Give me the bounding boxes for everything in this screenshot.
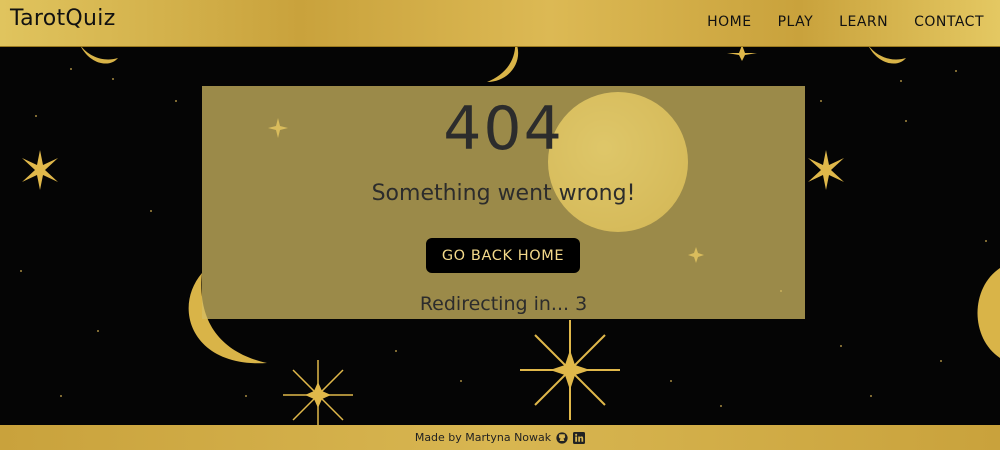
footer-credit: Made by Martyna Nowak	[414, 431, 552, 444]
go-back-home-button[interactable]: GO BACK HOME	[426, 238, 580, 273]
linkedin-icon[interactable]	[573, 431, 586, 444]
error-message: Something went wrong!	[371, 181, 636, 206]
star-dot	[60, 395, 62, 397]
star-burst-right	[808, 150, 844, 190]
github-icon[interactable]	[556, 431, 568, 444]
star-burst-bottom-left	[283, 360, 353, 430]
star-dot	[35, 115, 37, 117]
star-dot	[245, 395, 247, 397]
star-dot	[720, 405, 722, 407]
star-dot	[150, 210, 152, 212]
star-dot	[905, 120, 907, 122]
nav-play-link[interactable]: PLAY	[778, 14, 814, 30]
main-nav: HOME PLAY LEARN CONTACT	[707, 14, 984, 30]
error-panel: 404 Something went wrong! GO BACK HOME R…	[202, 86, 805, 319]
star-dot	[20, 270, 22, 272]
top-navbar: TarotQuiz HOME PLAY LEARN CONTACT	[0, 0, 1000, 47]
star-dot	[840, 345, 842, 347]
star-dot	[112, 78, 114, 80]
error-code: 404	[443, 94, 564, 164]
star-small-top	[727, 45, 757, 61]
star-dot	[940, 360, 942, 362]
star-dot	[70, 68, 72, 70]
star-dot	[670, 380, 672, 382]
star-dot	[985, 240, 987, 242]
star-dot	[175, 100, 177, 102]
star-dot	[820, 100, 822, 102]
nav-learn-link[interactable]: LEARN	[839, 14, 888, 30]
star-burst-left	[22, 150, 58, 190]
star-dot	[870, 395, 872, 397]
star-dot	[955, 70, 957, 72]
crescent-moon-right	[977, 268, 1000, 358]
nav-home-link[interactable]: HOME	[707, 14, 751, 30]
nav-contact-link[interactable]: CONTACT	[914, 14, 984, 30]
brand-logo[interactable]: TarotQuiz	[10, 6, 116, 31]
star-dot	[900, 80, 902, 82]
redirect-countdown: Redirecting in... 3	[419, 293, 588, 315]
star-dot	[97, 330, 99, 332]
footer: Made by Martyna Nowak	[0, 425, 1000, 450]
star-dot	[460, 380, 462, 382]
star-burst-bottom-center	[520, 320, 620, 420]
star-dot	[395, 350, 397, 352]
